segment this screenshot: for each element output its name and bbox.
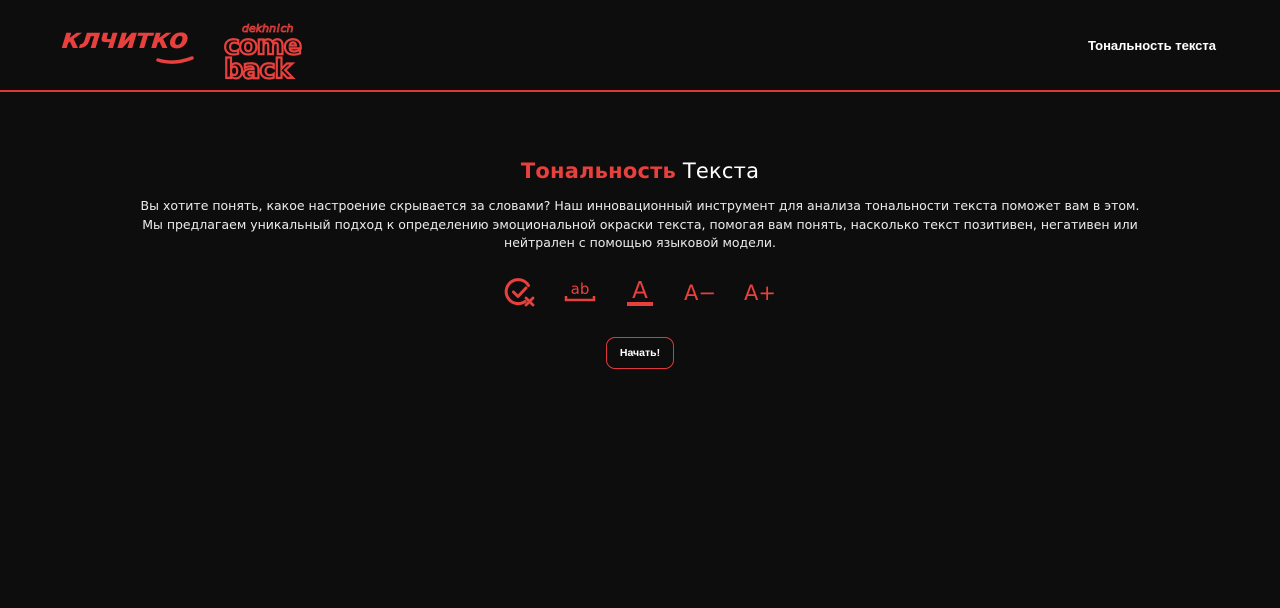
logo-secondary-text-line2: back [224, 54, 294, 82]
font-increase-icon: A+ [743, 275, 777, 309]
feature-icons-row: ab A A− A+ [0, 275, 1280, 309]
start-button[interactable]: Начать! [606, 336, 674, 369]
svg-text:A: A [632, 278, 648, 304]
text-color-icon: A [623, 275, 657, 309]
text-underline-ab-icon: ab [563, 275, 597, 309]
page-title: Тональность Текста [0, 155, 1280, 187]
page-title-accent: Тональность [520, 159, 676, 183]
svg-text:A−: A− [684, 281, 716, 305]
svg-text:ab: ab [571, 280, 590, 298]
logo-smile-stroke [156, 56, 194, 64]
hero-section: Тональность Текста Вы хотите понять, как… [0, 155, 1280, 369]
brand-logo-secondary[interactable]: dekhn!ch come back [220, 12, 316, 82]
description-line-2: Мы предлагаем уникальный подход к опреде… [142, 216, 1138, 251]
nav-link-text-tonality[interactable]: Тональность текста [1088, 38, 1216, 53]
check-cross-circle-icon [503, 275, 537, 309]
site-header: клчитко dekhn!ch come back Тональность т… [0, 0, 1280, 92]
logo-primary-text: клчитко [62, 22, 190, 55]
font-decrease-icon: A− [683, 275, 717, 309]
description-line-1: Вы хотите понять, какое настроение скрыв… [140, 198, 1140, 213]
page-description: Вы хотите понять, какое настроение скрыв… [120, 197, 1160, 253]
svg-text:A+: A+ [744, 281, 776, 305]
brand-logo-primary[interactable]: клчитко [62, 18, 200, 72]
page-title-rest: Текста [682, 159, 760, 183]
